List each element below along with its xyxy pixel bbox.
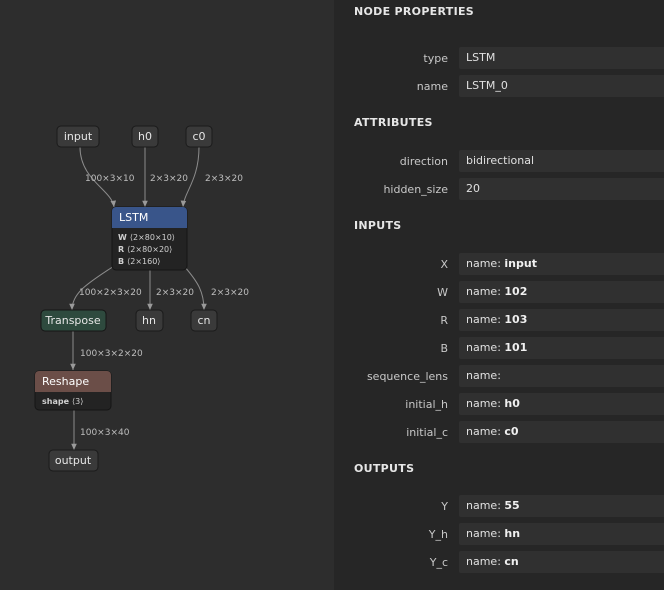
node-input[interactable]: input	[56, 125, 100, 148]
node-output[interactable]: output	[48, 449, 99, 472]
node-lstm-title: LSTM	[119, 211, 148, 224]
node-reshape[interactable]: Reshape shape ⟨3⟩	[34, 370, 112, 411]
node-reshape-title: Reshape	[42, 375, 89, 388]
input-label-x: X	[440, 258, 448, 271]
edge-label-input-lstm: 100×3×10	[85, 174, 135, 184]
attr-label-hidden-size: hidden_size	[383, 183, 448, 196]
prop-label-name: name	[416, 80, 448, 93]
edge-label-lstm-cn: 2×3×20	[211, 288, 249, 298]
input-label-b: B	[440, 342, 448, 355]
input-value-b[interactable]: name: 101	[459, 337, 664, 359]
output-value-y-c[interactable]: name: cn	[459, 551, 664, 573]
node-cn-label: cn	[197, 314, 210, 327]
node-transpose[interactable]: Transpose	[40, 309, 107, 332]
input-value-r[interactable]: name: 103	[459, 309, 664, 331]
output-label-y-h: Y_h	[428, 528, 448, 541]
output-value-y-h[interactable]: name: hn	[459, 523, 664, 545]
attributes-title: ATTRIBUTES	[354, 116, 433, 129]
edge-label-lstm-hn: 2×3×20	[156, 288, 194, 298]
graph-canvas[interactable]: 100×3×10 2×3×20 2×3×20 100×2×3×20 2×3×20…	[0, 0, 334, 590]
node-h0-label: h0	[138, 130, 152, 143]
input-value-sequence-lens: name:	[459, 365, 664, 387]
output-value-y[interactable]: name: 55	[459, 495, 664, 517]
attr-value-hidden-size: 20	[459, 178, 664, 200]
input-value-x[interactable]: name: input	[459, 253, 664, 275]
input-label-sequence-lens: sequence_lens	[366, 370, 448, 383]
node-lstm[interactable]: LSTM W ⟨2×80×10⟩ R ⟨2×80×20⟩ B ⟨2×160⟩	[111, 206, 188, 271]
output-label-y: Y	[441, 500, 448, 513]
output-label-y-c: Y_c	[429, 556, 448, 569]
lstm-attr-w: W ⟨2×80×10⟩	[118, 233, 175, 242]
node-hn-label: hn	[142, 314, 156, 327]
edge-label-transpose-reshape: 100×3×2×20	[80, 349, 143, 359]
input-value-initial-c[interactable]: name: c0	[459, 421, 664, 443]
input-value-initial-h[interactable]: name: h0	[459, 393, 664, 415]
prop-value-type: LSTM	[459, 47, 664, 69]
node-c0[interactable]: c0	[185, 125, 213, 148]
edge-label-reshape-output: 100×3×40	[80, 428, 130, 438]
node-output-label: output	[55, 454, 92, 467]
edge-label-h0-lstm: 2×3×20	[150, 174, 188, 184]
node-c0-label: c0	[192, 130, 205, 143]
node-hn[interactable]: hn	[135, 309, 164, 332]
prop-value-name: LSTM_0	[459, 75, 664, 97]
node-cn[interactable]: cn	[190, 309, 218, 332]
input-label-initial-c: initial_c	[406, 426, 448, 439]
reshape-attr-shape: shape ⟨3⟩	[42, 397, 83, 406]
input-label-r: R	[440, 314, 448, 327]
input-value-w[interactable]: name: 102	[459, 281, 664, 303]
node-input-label: input	[64, 130, 93, 143]
attr-value-direction: bidirectional	[459, 150, 664, 172]
node-transpose-label: Transpose	[44, 314, 101, 327]
input-label-w: W	[437, 286, 448, 299]
node-h0[interactable]: h0	[131, 125, 159, 148]
graph-svg: 100×3×10 2×3×20 2×3×20 100×2×3×20 2×3×20…	[34, 125, 249, 472]
inputs-title: INPUTS	[354, 219, 402, 232]
edge-label-lstm-transpose: 100×2×3×20	[79, 288, 142, 298]
edge-label-c0-lstm: 2×3×20	[205, 174, 243, 184]
prop-label-type: type	[423, 52, 448, 65]
input-label-initial-h: initial_h	[405, 398, 448, 411]
outputs-title: OUTPUTS	[354, 462, 415, 475]
attr-label-direction: direction	[399, 155, 448, 168]
node-properties-title: NODE PROPERTIES	[354, 5, 474, 18]
properties-panel: NODE PROPERTIES type LSTM name LSTM_0 AT…	[334, 0, 664, 590]
